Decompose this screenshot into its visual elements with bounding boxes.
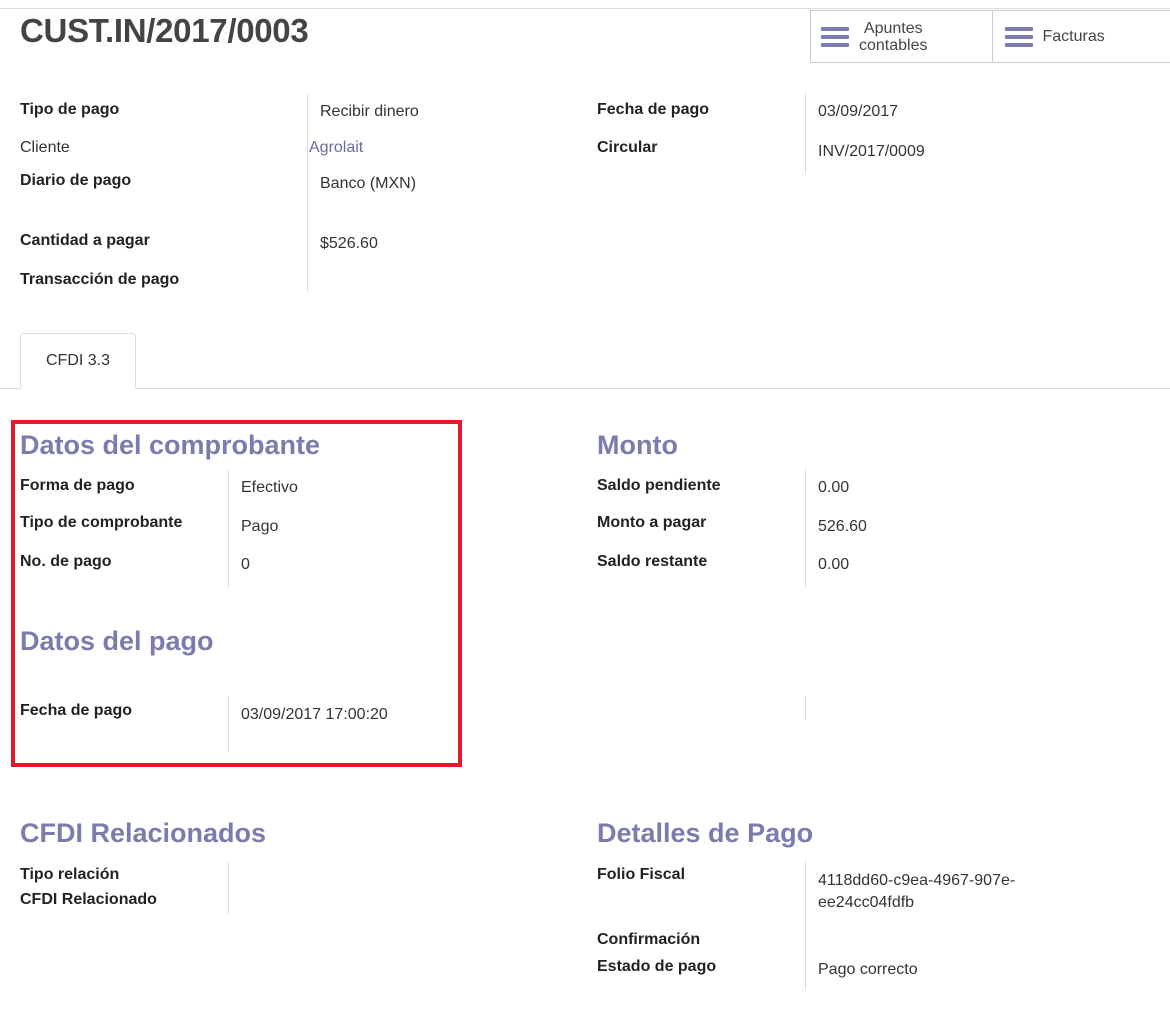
- journal-items-label: Apuntes contables: [859, 19, 928, 54]
- invoices-label: Facturas: [1042, 28, 1105, 45]
- memo-value[interactable]: INV/2017/0009: [818, 143, 925, 161]
- amount-to-pay-label: Monto a pagar: [597, 514, 707, 531]
- list-icon: [821, 26, 849, 47]
- field-divider: [805, 862, 806, 990]
- pending-balance-label: Saldo pendiente: [597, 477, 721, 494]
- related-cfdi-label: CFDI Relacionado: [20, 891, 157, 908]
- field-divider: [307, 94, 308, 292]
- payment-form-label: Forma de pago: [20, 477, 135, 494]
- payment-number-value[interactable]: 0: [241, 556, 250, 574]
- customer-link[interactable]: Agrolait: [309, 139, 363, 157]
- amount-to-pay-value[interactable]: 526.60: [818, 518, 867, 536]
- payment-datetime-value[interactable]: 03/09/2017 17:00:20: [241, 706, 388, 724]
- field-divider: [228, 470, 229, 588]
- payment-section-title: Datos del pago: [20, 626, 214, 656]
- invoices-button[interactable]: Facturas: [993, 11, 1170, 62]
- tab-cfdi-33[interactable]: CFDI 3.3: [20, 333, 136, 389]
- list-icon: [1004, 26, 1033, 47]
- field-divider: [805, 470, 806, 588]
- memo-label: Circular: [597, 139, 658, 156]
- transaction-label: Transacción de pago: [20, 271, 180, 288]
- payment-number-label: No. de pago: [20, 553, 112, 570]
- payment-type-value[interactable]: Recibir dinero: [320, 103, 419, 121]
- voucher-type-label: Tipo de comprobante: [20, 514, 183, 531]
- record-title: CUST.IN/2017/0003: [20, 12, 309, 49]
- voucher-section-title: Datos del comprobante: [20, 430, 321, 460]
- confirmation-label: Confirmación: [597, 931, 701, 948]
- fiscal-folio-value[interactable]: 4118dd60-c9ea-4967-907e- ee24cc04fdfb: [818, 870, 1015, 914]
- field-divider: [228, 696, 229, 752]
- customer-label: Cliente: [20, 139, 70, 156]
- fiscal-folio-label: Folio Fiscal: [597, 866, 686, 883]
- voucher-type-value[interactable]: Pago: [241, 518, 278, 536]
- payment-date-value[interactable]: 03/09/2017: [818, 103, 898, 121]
- payment-date-label: Fecha de pago: [597, 101, 710, 118]
- tab-bar-divider: [0, 388, 1170, 389]
- field-divider: [228, 862, 229, 914]
- journal-items-button[interactable]: Apuntes contables: [811, 11, 993, 62]
- smart-buttons: Apuntes contables Facturas: [810, 10, 1170, 63]
- related-section-title: CFDI Relacionados: [20, 818, 267, 848]
- payment-datetime-label: Fecha de pago: [20, 702, 133, 719]
- journal-value[interactable]: Banco (MXN): [320, 175, 416, 193]
- remaining-balance-label: Saldo restante: [597, 553, 708, 570]
- payment-status-value[interactable]: Pago correcto: [818, 961, 918, 979]
- top-divider: [0, 8, 1170, 9]
- field-divider: [805, 94, 806, 174]
- relation-type-label: Tipo relación: [20, 866, 120, 883]
- remaining-balance-value[interactable]: 0.00: [818, 556, 849, 574]
- pending-balance-value[interactable]: 0.00: [818, 479, 849, 497]
- details-section-title: Detalles de Pago: [597, 818, 814, 848]
- amount-value[interactable]: $526.60: [320, 235, 378, 253]
- amount-section-title: Monto: [597, 430, 678, 460]
- field-divider: [805, 696, 806, 720]
- payment-form-value[interactable]: Efectivo: [241, 479, 298, 497]
- payment-type-label: Tipo de pago: [20, 101, 120, 118]
- journal-label: Diario de pago: [20, 172, 132, 189]
- payment-status-label: Estado de pago: [597, 958, 717, 975]
- amount-label: Cantidad a pagar: [20, 232, 150, 249]
